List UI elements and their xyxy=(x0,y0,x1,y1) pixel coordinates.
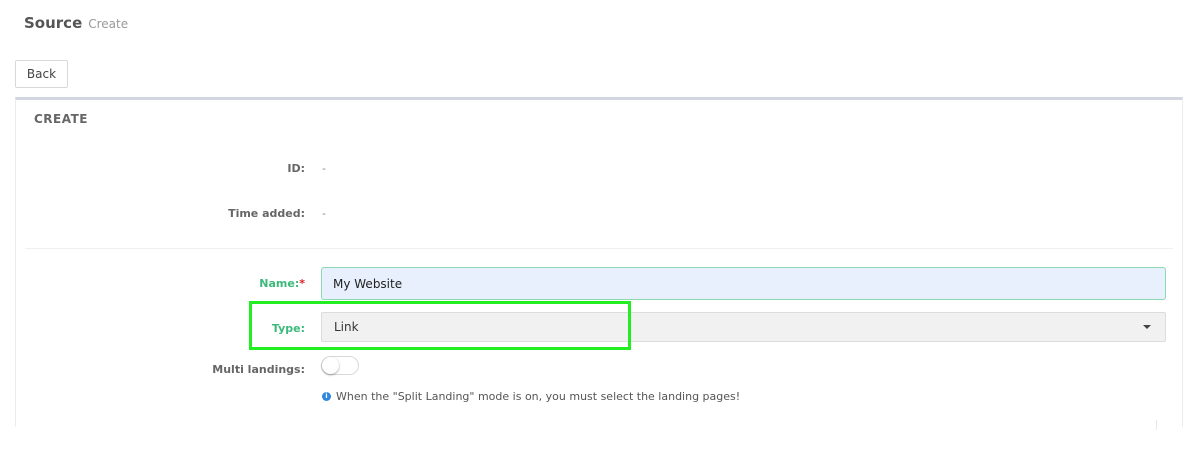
page-title: Source xyxy=(24,14,83,32)
required-mark: * xyxy=(299,277,305,290)
multi-landings-label: Multi landings: xyxy=(212,363,305,376)
source-create-page: Source Create Back CREATE ID: - Time add… xyxy=(0,0,1200,461)
multi-landings-toggle[interactable] xyxy=(321,356,359,375)
back-button[interactable]: Back xyxy=(15,60,68,88)
id-value: - xyxy=(322,162,326,175)
toggle-knob xyxy=(322,357,339,374)
name-label: Name:* xyxy=(16,277,305,290)
scroll-edge-tick xyxy=(1156,420,1157,430)
info-icon: i xyxy=(322,392,331,401)
section-divider xyxy=(25,248,1173,249)
time-added-label: Time added: xyxy=(228,207,305,220)
page-header: Source Create xyxy=(24,14,128,36)
create-panel: CREATE ID: - Time added: - Name:* Type: … xyxy=(15,97,1183,427)
id-label: ID: xyxy=(287,162,305,175)
type-select[interactable]: Link xyxy=(321,312,1166,342)
chevron-down-icon xyxy=(1143,325,1151,329)
time-added-value: - xyxy=(322,207,326,220)
split-landing-note-text: When the "Split Landing" mode is on, you… xyxy=(336,390,741,403)
panel-title: CREATE xyxy=(34,112,88,126)
name-label-text: Name: xyxy=(259,277,300,290)
type-select-value: Link xyxy=(334,320,359,334)
type-label: Type: xyxy=(271,322,305,335)
name-input[interactable] xyxy=(321,267,1166,300)
split-landing-note: i When the "Split Landing" mode is on, y… xyxy=(322,390,740,403)
page-subtitle: Create xyxy=(88,17,129,31)
